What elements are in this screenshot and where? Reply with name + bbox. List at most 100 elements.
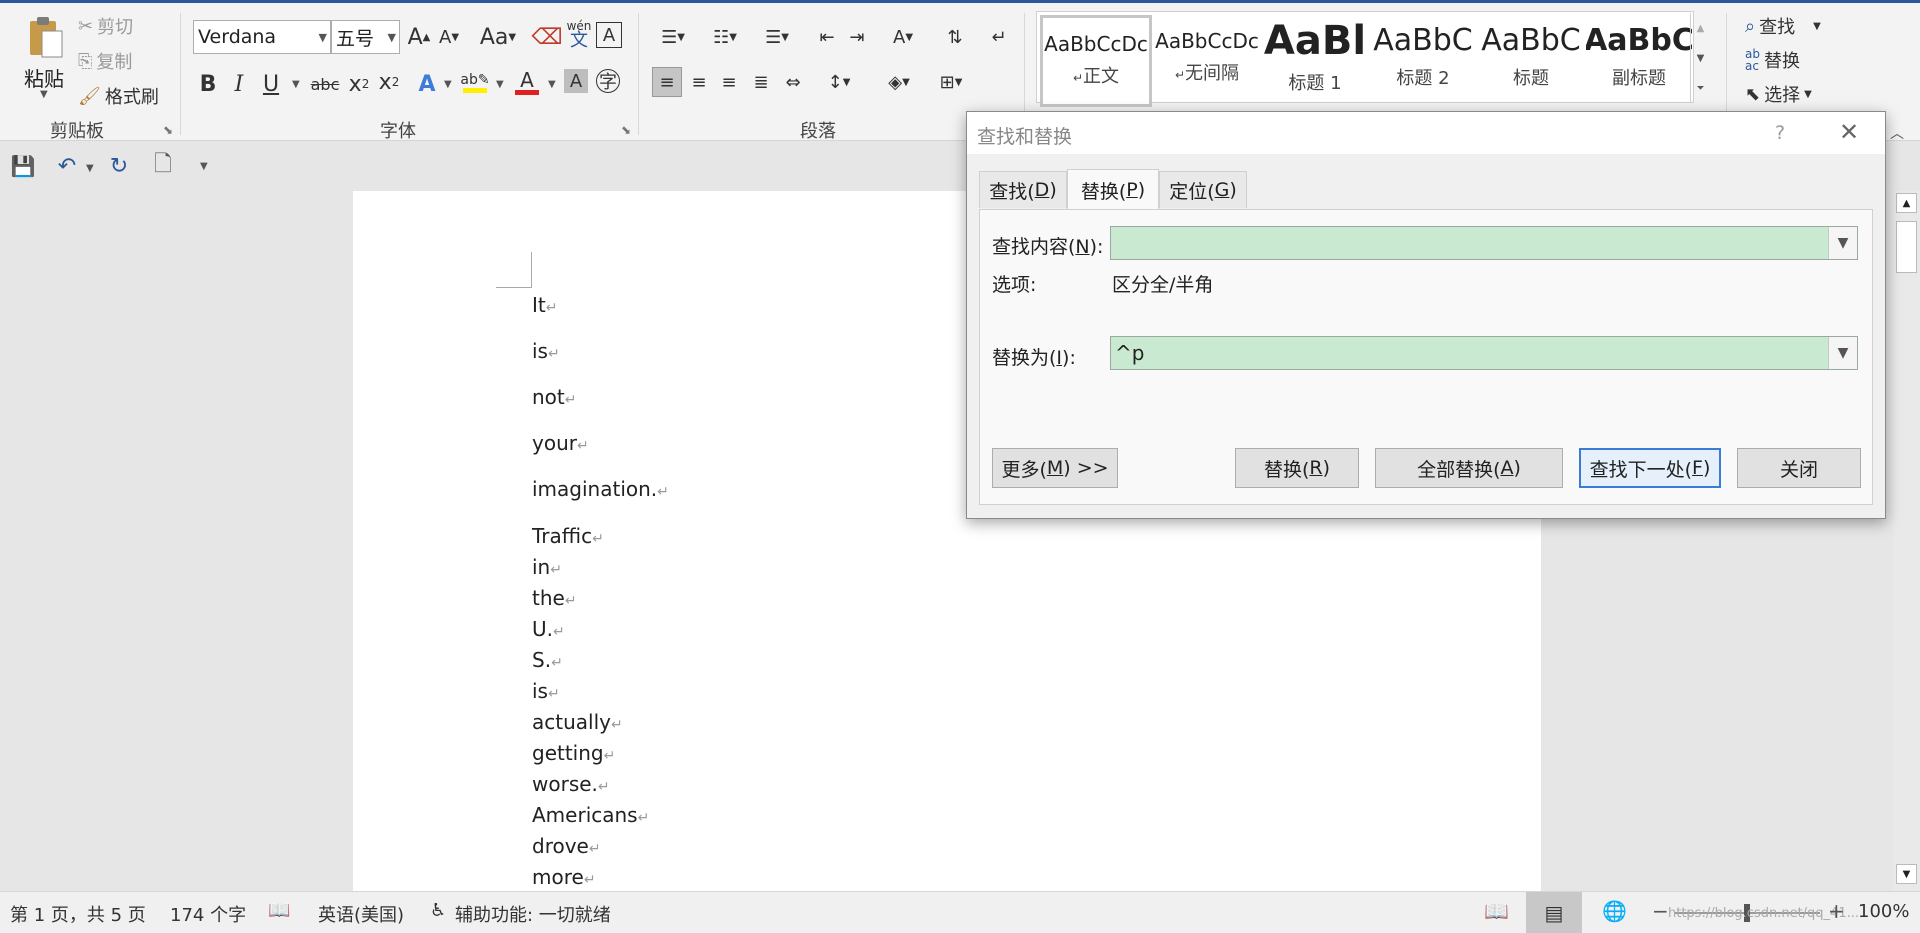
replace-all-button[interactable]: 全部替换(A) bbox=[1375, 448, 1563, 488]
chevron-down-icon[interactable]: ▼ bbox=[86, 163, 94, 174]
find-next-button[interactable]: 查找下一处(F) bbox=[1579, 448, 1721, 488]
numbered-list-icon: ☷ bbox=[713, 26, 730, 48]
new-document-icon[interactable]: 🗋 bbox=[148, 151, 178, 181]
align-left-icon[interactable]: ≡ bbox=[652, 67, 682, 97]
style-card[interactable]: AaBbCcDc ↵无间隔 bbox=[1154, 15, 1260, 101]
char-shading-icon[interactable]: A bbox=[564, 69, 588, 93]
asian-layout-button[interactable]: A ▼ bbox=[882, 22, 924, 52]
replace-ribbon-button[interactable]: ab ac 替换 bbox=[1745, 47, 1800, 73]
tab-find-end: ) bbox=[1049, 179, 1057, 201]
scroll-thumb[interactable] bbox=[1896, 221, 1917, 273]
grow-font-button[interactable]: A ▲ bbox=[404, 22, 434, 52]
enclose-char-icon[interactable]: 字 bbox=[596, 69, 620, 93]
chevron-down-icon[interactable]: ▼ bbox=[548, 79, 556, 90]
help-button[interactable]: ? bbox=[1775, 122, 1785, 144]
bold-button[interactable]: B bbox=[193, 69, 223, 99]
italic-button[interactable]: I bbox=[224, 69, 254, 99]
save-icon[interactable]: 💾 bbox=[8, 151, 38, 181]
shrink-font-button[interactable]: A ▼ bbox=[434, 22, 464, 52]
font-name-select[interactable]: Verdana ▼ bbox=[193, 20, 331, 54]
proofing-icon[interactable]: 📖 bbox=[268, 900, 290, 921]
format-painter-button[interactable]: 🖌 格式刷 bbox=[78, 83, 159, 109]
style-card[interactable]: AaBbCcDc ↵正文 bbox=[1040, 15, 1152, 107]
numbering-button[interactable]: ☷ ▼ bbox=[704, 22, 746, 52]
accessibility-icon[interactable]: ♿ bbox=[430, 900, 446, 921]
underline-button[interactable]: U bbox=[256, 69, 286, 99]
cut-button[interactable]: ✂ 剪切 bbox=[78, 13, 133, 39]
distribute-icon[interactable]: ⇔ bbox=[778, 67, 808, 97]
shading-button[interactable]: ◈ ▼ bbox=[878, 67, 920, 97]
read-mode-icon[interactable]: 📖 bbox=[1484, 899, 1509, 923]
style-card[interactable]: AaBl 标题 1 bbox=[1262, 15, 1368, 101]
subscript-button[interactable]: x2 bbox=[344, 69, 374, 99]
undo-icon[interactable]: ↶ bbox=[52, 151, 82, 181]
customize-qat-icon[interactable]: ▼ bbox=[200, 161, 208, 172]
bullets-button[interactable]: ☰ ▼ bbox=[652, 22, 694, 52]
vertical-scrollbar[interactable]: ▲ ▼ bbox=[1893, 191, 1920, 891]
align-center-icon[interactable]: ≡ bbox=[684, 67, 714, 97]
change-case-button[interactable]: Aa ▼ bbox=[476, 22, 520, 52]
scroll-down-icon[interactable]: ▼ bbox=[1896, 864, 1917, 884]
style-card[interactable]: AaBbC 副标题 bbox=[1586, 15, 1692, 101]
replace-button-label: 替换( bbox=[1263, 458, 1310, 481]
replace-button[interactable]: 替换(R) bbox=[1235, 448, 1359, 488]
show-marks-icon[interactable]: ↵ bbox=[984, 22, 1014, 52]
superscript-button[interactable]: x2 bbox=[374, 67, 404, 97]
shrink-font-icon: A bbox=[438, 26, 452, 48]
clear-format-icon[interactable]: ⌫ bbox=[531, 22, 562, 52]
tab-goto[interactable]: 定位(G) bbox=[1159, 171, 1247, 208]
scroll-up-icon[interactable]: ▲ bbox=[1896, 193, 1917, 213]
paste-button[interactable]: 粘贴 ▼ bbox=[18, 13, 74, 107]
select-button[interactable]: ⬉ 选择 ▼ bbox=[1745, 81, 1812, 107]
collapse-ribbon-icon[interactable]: ︿ bbox=[1890, 123, 1904, 143]
zoom-out-icon[interactable]: − bbox=[1652, 899, 1669, 923]
find-button[interactable]: ⌕ 查找 ▼ bbox=[1745, 13, 1821, 39]
zoom-in-icon[interactable]: + bbox=[1828, 899, 1845, 923]
sort-icon[interactable]: ⇅ bbox=[940, 22, 970, 52]
replace-input[interactable]: ^p ▼ bbox=[1110, 336, 1858, 370]
strikethrough-button[interactable]: abc bbox=[308, 69, 342, 99]
zoom-level[interactable]: 100% bbox=[1858, 901, 1909, 922]
line-spacing-button[interactable]: ↕ ▼ bbox=[818, 67, 860, 97]
more-button[interactable]: 更多(M) >> bbox=[992, 448, 1118, 488]
page-count[interactable]: 第 1 页，共 5 页 bbox=[10, 901, 146, 927]
accessibility-status[interactable]: 辅助功能: 一切就绪 bbox=[455, 901, 611, 927]
dialog-launcher-icon[interactable]: ⬊ bbox=[621, 123, 631, 137]
chevron-down-icon[interactable]: ▼ bbox=[292, 79, 300, 90]
more-styles-icon[interactable]: ⏷ bbox=[1691, 73, 1710, 103]
dialog-launcher-icon[interactable]: ⬊ bbox=[163, 123, 173, 137]
scroll-down-icon[interactable]: ▼ bbox=[1691, 43, 1710, 73]
print-layout-icon[interactable]: ▤ bbox=[1526, 892, 1582, 933]
chevron-down-icon[interactable]: ▼ bbox=[496, 79, 504, 90]
tab-replace[interactable]: 替换(P) bbox=[1067, 169, 1159, 210]
borders-button[interactable]: ⊞ ▼ bbox=[930, 67, 972, 97]
copy-button[interactable]: ⎘ 复制 bbox=[78, 48, 132, 74]
style-name-text: 无间隔 bbox=[1185, 63, 1240, 84]
chevron-down-icon[interactable]: ▼ bbox=[1828, 227, 1857, 259]
options-label: 选项: bbox=[992, 274, 1037, 296]
chevron-down-icon[interactable]: ▼ bbox=[444, 79, 452, 90]
redo-icon[interactable]: ↻ bbox=[104, 151, 134, 181]
phonetic-guide-button[interactable]: wén 文 bbox=[564, 20, 594, 50]
style-card[interactable]: AaBbC 标题 2 bbox=[1370, 15, 1476, 101]
language[interactable]: 英语(美国) bbox=[318, 901, 404, 927]
increase-indent-icon[interactable]: ⇥ bbox=[842, 22, 872, 52]
close-icon[interactable]: ✕ bbox=[1839, 118, 1859, 146]
web-layout-icon[interactable]: 🌐 bbox=[1602, 899, 1627, 923]
font-size-select[interactable]: 五号 ▼ bbox=[331, 20, 400, 54]
text-effects-icon[interactable]: A bbox=[412, 69, 442, 99]
scroll-up-icon[interactable]: ▲ bbox=[1691, 13, 1710, 43]
chevron-down-icon[interactable]: ▼ bbox=[1828, 337, 1857, 369]
justify-icon[interactable]: ≣ bbox=[746, 67, 776, 97]
char-border-icon[interactable]: A bbox=[596, 22, 622, 48]
word-count[interactable]: 174 个字 bbox=[170, 901, 246, 927]
font-color-button[interactable]: A bbox=[512, 67, 542, 97]
align-right-icon[interactable]: ≡ bbox=[714, 67, 744, 97]
close-button[interactable]: 关闭 bbox=[1737, 448, 1861, 488]
decrease-indent-icon[interactable]: ⇤ bbox=[812, 22, 842, 52]
find-input[interactable]: ▼ bbox=[1110, 226, 1858, 260]
tab-find[interactable]: 查找(D) bbox=[979, 171, 1067, 208]
highlight-button[interactable]: ab✎ bbox=[460, 67, 490, 97]
multilevel-list-button[interactable]: ☰ ▼ bbox=[756, 22, 798, 52]
style-card[interactable]: AaBbC 标题 bbox=[1478, 15, 1584, 101]
